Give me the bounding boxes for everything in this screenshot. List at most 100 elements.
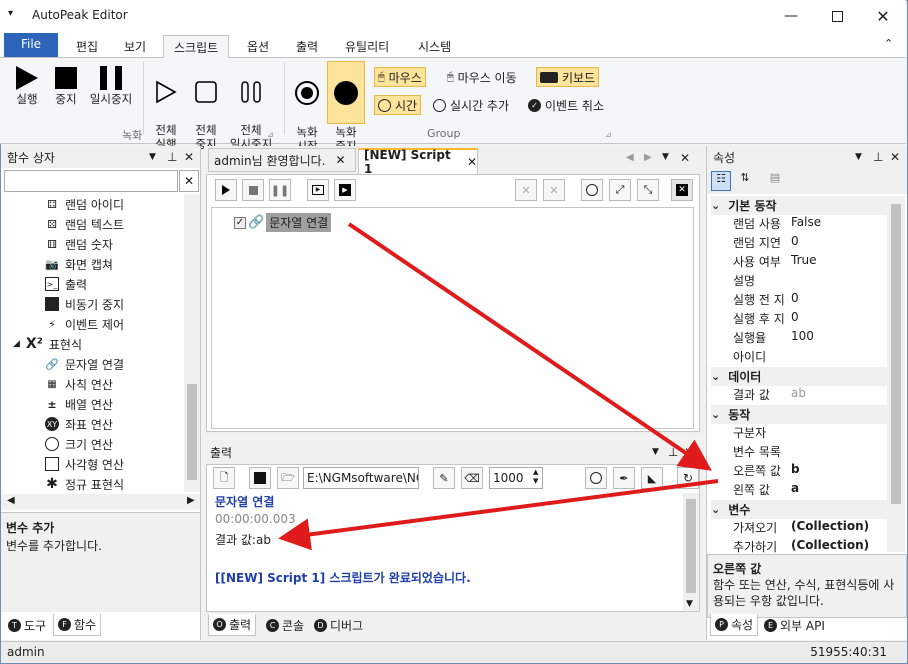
tree-hscrollbar[interactable]: ◀ ▶: [1, 494, 200, 510]
dropdown-icon[interactable]: ▼: [855, 152, 862, 162]
menu-view[interactable]: 보기: [114, 35, 156, 57]
tab-external-api[interactable]: E 외부 API: [760, 614, 829, 636]
function-search-input[interactable]: [4, 170, 178, 192]
property-row[interactable]: 변수 목록: [731, 443, 887, 462]
close-icon[interactable]: ✕: [680, 151, 690, 165]
property-category[interactable]: ⌄ 데이터: [711, 367, 887, 386]
system-menu-icon[interactable]: ▾: [8, 8, 13, 19]
timer-button[interactable]: [581, 179, 603, 201]
property-row[interactable]: 설명: [731, 272, 887, 291]
tree-item[interactable]: 🔗 문자열 연결: [45, 354, 124, 374]
maximize-button[interactable]: [814, 0, 860, 32]
menu-output[interactable]: 출력: [286, 35, 328, 57]
close-icon[interactable]: ✕: [184, 150, 194, 164]
property-value[interactable]: [786, 348, 791, 367]
clear-search-button[interactable]: ✕: [179, 170, 199, 192]
play-button[interactable]: [215, 179, 237, 201]
tree-scrollbar[interactable]: [184, 194, 200, 492]
new-log-button[interactable]: 🗋: [213, 467, 235, 489]
tab-debug[interactable]: D 디버그: [310, 614, 367, 636]
keyboard-toggle[interactable]: 키보드: [536, 67, 600, 87]
menu-edit[interactable]: 편집: [66, 35, 108, 57]
pause-button[interactable]: 일시중지: [86, 66, 136, 106]
tree-item[interactable]: ⚄ 랜덤 텍스트: [45, 214, 124, 234]
tree-item[interactable]: ⚡ 이벤트 제어: [45, 314, 124, 334]
stop-button[interactable]: 중지: [50, 66, 82, 106]
eraser-button[interactable]: ⌫: [461, 467, 483, 489]
property-row[interactable]: 실행 전 지0: [731, 291, 887, 310]
dropdown-icon[interactable]: ▼: [149, 152, 156, 162]
fill-button[interactable]: ◣: [641, 467, 663, 489]
log-path-input[interactable]: E:\NGMsoftware\NG: [303, 467, 419, 489]
property-row[interactable]: 아이디: [731, 348, 887, 367]
spin-icon[interactable]: ▲ ▼: [533, 468, 538, 486]
menu-options[interactable]: 옵션: [237, 35, 279, 57]
property-row[interactable]: 가져오기 (Collection): [731, 519, 887, 538]
minimize-button[interactable]: —: [768, 0, 814, 32]
tree-item[interactable]: 비동기 중지: [45, 294, 124, 314]
pin-icon[interactable]: ⊥: [668, 445, 678, 459]
property-row[interactable]: 구분자: [731, 424, 887, 443]
property-row[interactable]: 실행율 100: [731, 329, 887, 348]
property-row[interactable]: 랜덤 지연 0: [731, 234, 887, 253]
run-all-button[interactable]: 전체 실행: [148, 66, 184, 151]
property-pages-icon[interactable]: ▤: [765, 171, 785, 191]
close-icon[interactable]: ✕: [684, 445, 694, 459]
checkbox[interactable]: ✓: [234, 216, 246, 229]
stop-all-button[interactable]: 전체 중지: [188, 66, 224, 151]
property-value[interactable]: True: [786, 253, 817, 272]
tab-properties[interactable]: P 속성: [710, 614, 759, 636]
tab-functions[interactable]: F 함수: [53, 614, 102, 636]
close-icon[interactable]: ✕: [467, 155, 477, 169]
clean-button[interactable]: ✎: [433, 467, 455, 489]
record-stop-button[interactable]: 녹화 중지: [327, 61, 365, 153]
property-row[interactable]: 랜덤 사용 False: [731, 215, 887, 234]
save-button[interactable]: [249, 467, 271, 489]
menu-utility[interactable]: 유틸리티: [335, 35, 399, 57]
script-node[interactable]: ✓ 🔗 문자열 연결: [234, 213, 332, 232]
refresh-button[interactable]: ↻: [677, 467, 699, 489]
dropdown-icon[interactable]: ▼: [652, 447, 659, 457]
tab-welcome[interactable]: admin님 환영합니다. ✕: [208, 148, 356, 172]
event-cancel-button[interactable]: ✓ 이벤트 취소: [525, 95, 607, 115]
expand-button[interactable]: ⤢: [609, 179, 631, 201]
open-folder-button[interactable]: 🗁: [277, 467, 299, 489]
property-value[interactable]: 0: [786, 234, 799, 253]
properties-scrollbar[interactable]: [887, 196, 905, 552]
run-frame-button[interactable]: ▶: [334, 179, 356, 201]
tab-list-icon[interactable]: ▼: [662, 152, 669, 162]
property-value[interactable]: 0: [786, 310, 799, 329]
disabled-button[interactable]: ✕: [515, 179, 537, 201]
collapse-button[interactable]: ⤡: [637, 179, 659, 201]
close-button[interactable]: ✕: [860, 0, 906, 32]
property-value[interactable]: 100: [786, 329, 814, 348]
tree-item[interactable]: ▦ 사칙 연산: [45, 374, 113, 394]
tab-next-icon[interactable]: ▶: [644, 152, 652, 163]
menu-file[interactable]: File: [4, 33, 58, 57]
stop-button[interactable]: [242, 179, 264, 201]
mouse-toggle[interactable]: 🖱 마우스: [374, 67, 426, 87]
property-category[interactable]: ⌄ 기본 동작: [711, 196, 887, 215]
close-icon[interactable]: ✕: [335, 153, 345, 167]
time-toggle[interactable]: 시간: [374, 95, 422, 115]
collapse-ribbon-icon[interactable]: ⌃: [884, 37, 893, 50]
menu-script[interactable]: 스크립트: [163, 35, 230, 59]
group-launcher-icon[interactable]: ⊿: [605, 130, 612, 139]
pin-icon[interactable]: ⊥: [167, 150, 177, 164]
tab-tools[interactable]: T 도구: [4, 614, 50, 636]
categorized-icon[interactable]: ☷: [711, 171, 731, 191]
run-button[interactable]: 실행: [10, 66, 44, 106]
tree-item[interactable]: XY 좌표 연산: [45, 414, 113, 434]
property-value[interactable]: [786, 443, 791, 462]
property-row[interactable]: 결과 값 ab: [731, 386, 887, 405]
tree-category[interactable]: ◢ X² 표현식: [13, 334, 82, 354]
property-value[interactable]: ab: [786, 386, 806, 405]
property-value[interactable]: False: [786, 215, 821, 234]
tree-item[interactable]: ✱ 정규 표현식: [45, 474, 124, 494]
menu-system[interactable]: 시스템: [408, 35, 461, 57]
realtime-add-button[interactable]: 실시간 추가: [430, 95, 512, 115]
mouse-move-toggle[interactable]: 🖱 마우스 이동: [444, 67, 520, 87]
close-icon[interactable]: ✕: [890, 150, 900, 164]
timer-button[interactable]: [585, 467, 607, 489]
record-start-button[interactable]: 녹화 시작: [290, 66, 324, 153]
